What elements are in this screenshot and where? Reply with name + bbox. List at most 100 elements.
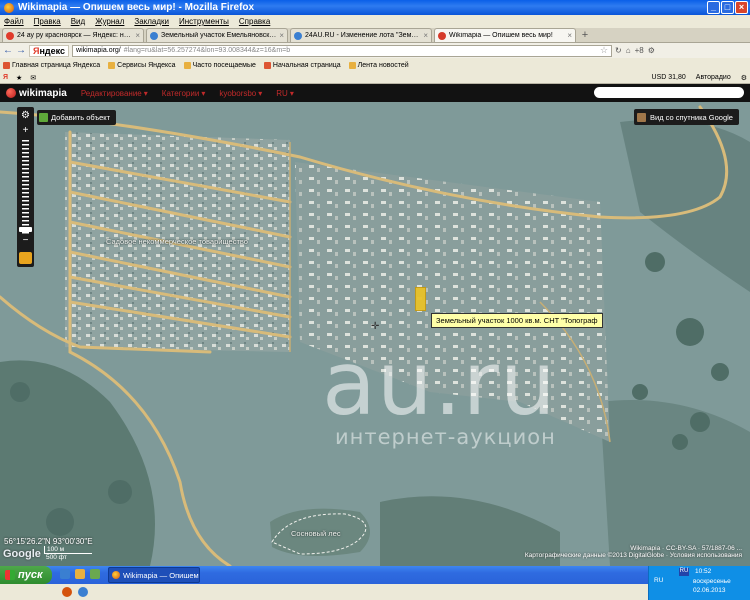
tab-yandex-search[interactable]: 24 ау ру красноярск — Яндекс: нашло... × (2, 28, 144, 42)
tab-land-plot[interactable]: Земельный участок Емельяновский ра... × (146, 28, 288, 42)
tab-wikimapia[interactable]: Wikimapia — Опишем весь мир! × (434, 28, 576, 42)
bookmark-label: Лента новостей (357, 61, 409, 69)
add-icon (39, 113, 48, 122)
coordinates-readout: 56°15'26.2"N 93°00'30"E (4, 537, 93, 546)
watermark-subtitle: интернет-аукцион (335, 425, 556, 449)
label-snt[interactable]: Садовое некоммерческое товарищество (106, 237, 248, 246)
label-pine-forest[interactable]: Сосновый лес (291, 529, 341, 538)
url-host: wikimapia.org/ (76, 47, 121, 54)
yandex-icon (3, 61, 10, 69)
star-icon[interactable]: ★ (16, 74, 22, 82)
watermark: au.ru (322, 332, 557, 435)
firefox-icon (263, 61, 271, 69)
object-tooltip: Земельный участок 1000 кв.м. СНТ "Топогр… (431, 313, 603, 328)
scale-metric: 100 м (44, 546, 92, 554)
minimize-button[interactable]: _ (707, 1, 720, 14)
bookmark-star-icon[interactable]: ☆ (600, 46, 608, 56)
land-plot-marker[interactable] (415, 287, 426, 311)
menubar: Файл Правка Вид Журнал Закладки Инструме… (0, 15, 750, 28)
zoom-in-button[interactable]: + (20, 126, 31, 137)
bookmark-most-visited[interactable]: Часто посещаемые (183, 61, 256, 69)
secondary-quicklaunch (0, 584, 648, 600)
tab-close-icon[interactable]: × (423, 31, 428, 40)
menu-help[interactable]: Справка (239, 17, 270, 26)
tab-close-icon[interactable]: × (279, 31, 284, 40)
bookmark-start-page[interactable]: Начальная страница (263, 61, 341, 69)
quicklaunch-desktop-icon[interactable] (90, 569, 100, 579)
start-button[interactable]: пуск (0, 566, 52, 584)
bookmark-yandex-services[interactable]: Сервисы Яндекса (108, 61, 176, 69)
yandex-toolbar-widgets: USD 31,80 Авторадио ⚙ (652, 74, 747, 82)
folder-icon (108, 61, 116, 69)
menu-language[interactable]: RU ▾ (276, 89, 294, 98)
menu-editing[interactable]: Редактирование ▾ (81, 89, 148, 98)
menu-history[interactable]: Журнал (95, 17, 124, 26)
keyboard-layout[interactable]: RU (654, 577, 663, 584)
window-title: Wikimapia — Опишем весь мир! - Mozilla F… (18, 2, 255, 13)
menu-edit[interactable]: Правка (34, 17, 61, 26)
zoom-slider-handle[interactable] (19, 227, 32, 232)
menu-label: Категории (161, 88, 200, 98)
google-logo[interactable]: Google (3, 548, 41, 560)
tab-close-icon[interactable]: × (135, 31, 140, 40)
settings-icon[interactable]: ⚙ (741, 74, 747, 82)
clock-time[interactable]: 10:52 (695, 568, 711, 575)
chat-icon[interactable]: ✉ (30, 74, 36, 82)
language-indicator[interactable]: RU (679, 568, 689, 576)
menu-tools[interactable]: Инструменты (179, 17, 229, 26)
gear-icon[interactable]: ⚙ (648, 46, 655, 55)
start-label: пуск (18, 569, 43, 581)
menu-file[interactable]: Файл (4, 17, 24, 26)
quicklaunch-folder-icon[interactable] (75, 569, 85, 579)
zoom-out-button[interactable]: − (20, 236, 31, 247)
close-button[interactable]: × (735, 1, 748, 14)
url-bar[interactable]: wikimapia.org/#lang=ru&lat=56.257274&lon… (72, 44, 613, 57)
menu-view[interactable]: Вид (71, 17, 85, 26)
firefox-icon (112, 571, 120, 579)
taskbar-firefox-window[interactable]: Wikimapia — Опишем... (108, 567, 200, 583)
map-view[interactable]: ⚙ + − Добавить объект Вид со спутника Go… (0, 102, 750, 566)
refresh-icon[interactable]: ↻ (615, 46, 622, 55)
crosshair-icon: ✛ (371, 321, 380, 332)
gear-icon[interactable]: ⚙ (20, 110, 31, 121)
menu-categories[interactable]: Категории ▾ (162, 89, 206, 98)
add-object-button[interactable]: Добавить объект (37, 110, 117, 125)
wikimapia-header: wikimapia Редактирование ▾ Категории ▾ kyo… (0, 84, 750, 102)
menu-label: RU (276, 88, 288, 98)
yandex-logo[interactable]: Яндекс (29, 44, 70, 57)
firefox-icon (4, 2, 14, 13)
radio-widget[interactable]: Авторадио (696, 74, 731, 81)
new-tab-button[interactable]: + (578, 29, 592, 42)
copyright-line[interactable]: Картографические данные ©2013 DigitalGlo… (525, 552, 742, 559)
tab-24au-lot[interactable]: 24AU.RU - Изменение лота "Земельный... × (290, 28, 432, 42)
bookmark-news-feed[interactable]: Лента новостей (348, 61, 409, 69)
forward-button[interactable]: → (16, 45, 26, 56)
home-icon[interactable]: ⌂ (626, 46, 631, 55)
url-path: #lang=ru&lat=56.257274&lon=93.008344&z=1… (123, 47, 291, 54)
maximize-button[interactable]: □ (721, 1, 734, 14)
currency-widget[interactable]: USD 31,80 (652, 74, 686, 81)
tab-strip: 24 ау ру красноярск — Яндекс: нашло... ×… (0, 28, 750, 43)
firefox-icon[interactable] (62, 587, 72, 597)
clock-date: 02.06.2013 (693, 587, 726, 594)
toolbox-icon[interactable] (19, 252, 32, 264)
quicklaunch-ie-icon[interactable] (60, 569, 70, 579)
satellite-view-label: Вид со спутника Google (650, 112, 733, 122)
bookmark-label: Сервисы Яндекса (117, 61, 176, 69)
zoom-slider-track[interactable] (22, 140, 29, 234)
ie-icon[interactable] (78, 587, 88, 597)
tab-label: Земельный участок Емельяновский ра... (161, 32, 277, 39)
satellite-view-button[interactable]: Вид со спутника Google (634, 109, 739, 125)
menu-user[interactable]: kyoborsbo ▾ (219, 89, 262, 98)
yandex-bar-icon[interactable]: Я (3, 74, 8, 81)
menu-bookmarks[interactable]: Закладки (134, 17, 169, 26)
tab-label: Wikimapia — Опишем весь мир! (449, 32, 553, 39)
addon-count[interactable]: +8 (635, 46, 644, 55)
yandex-logo-rest: ндекс (39, 45, 66, 56)
bookmark-yandex-home[interactable]: Главная страница Яндекса (3, 61, 100, 69)
search-input[interactable] (594, 87, 744, 98)
copyright-line: Wikimapia · CC-BY-SA · 57/1887-06 ... (630, 545, 742, 552)
tab-close-icon[interactable]: × (567, 31, 572, 40)
wikimapia-logo[interactable]: wikimapia (6, 88, 67, 99)
back-button[interactable]: ← (3, 45, 13, 56)
